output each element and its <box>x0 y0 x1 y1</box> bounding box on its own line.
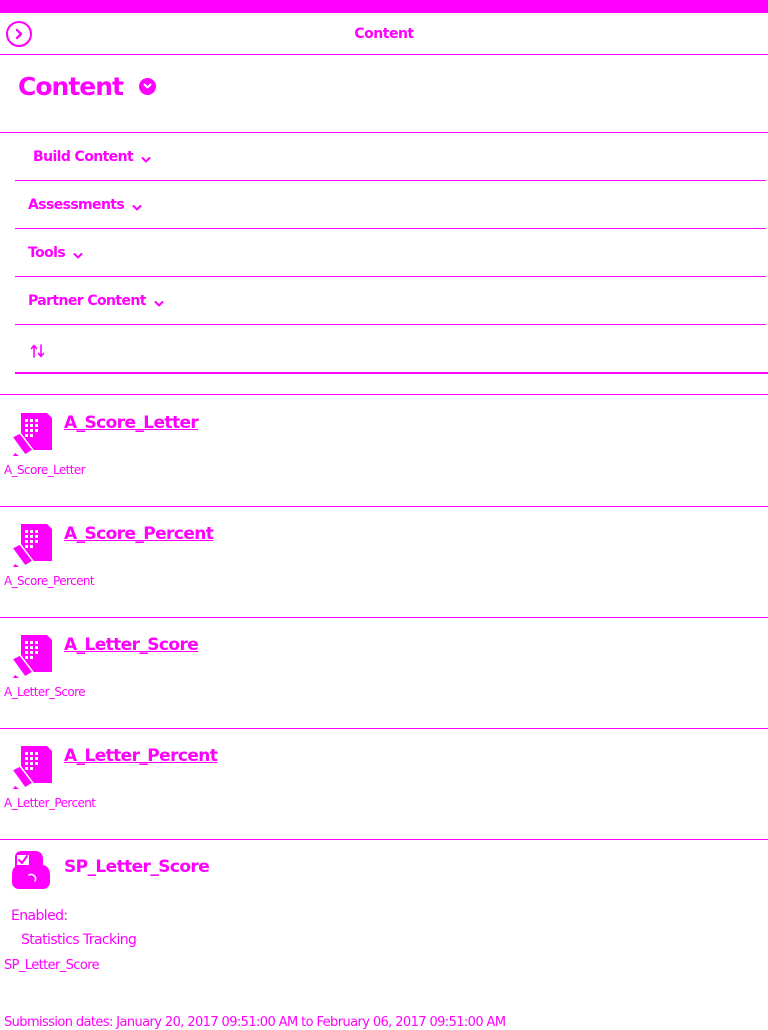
assignment-icon <box>11 635 52 678</box>
item-title-link[interactable]: A_Score_Percent <box>64 524 214 544</box>
chevron-down-icon <box>143 83 152 89</box>
chevron-down-icon <box>141 157 151 163</box>
divider <box>15 372 768 374</box>
content-item: A_Letter_Score A_Letter_Score <box>0 617 768 728</box>
menu-label: Assessments <box>28 197 125 213</box>
sort-arrows-icon[interactable] <box>30 344 46 358</box>
item-description: A_Score_Letter <box>4 463 86 477</box>
content-item: A_Score_Letter A_Score_Letter <box>0 395 768 506</box>
item-title-link[interactable]: A_Letter_Percent <box>64 746 218 766</box>
survey-icon <box>12 851 50 889</box>
item-title-link[interactable]: A_Score_Letter <box>64 413 199 433</box>
assignment-icon <box>11 413 52 456</box>
item-title-link[interactable]: SP_Letter_Score <box>64 857 210 877</box>
menu-build-content[interactable]: Build Content <box>15 133 766 181</box>
chevron-down-icon <box>73 253 83 259</box>
menu-label: Tools <box>28 245 66 261</box>
top-accent-bar <box>0 0 768 13</box>
menu-label: Build Content <box>33 149 134 165</box>
page-title: Content <box>18 72 156 101</box>
header-bar: Content <box>0 13 768 55</box>
menu-tools[interactable]: Tools <box>15 229 766 277</box>
menu-label: Partner Content <box>28 293 146 309</box>
chevron-down-icon <box>132 205 142 211</box>
item-description: A_Letter_Score <box>4 685 86 699</box>
page-options-button[interactable] <box>138 78 156 95</box>
content-item: A_Letter_Percent A_Letter_Percent <box>0 728 768 839</box>
item-description: A_Score_Percent <box>4 574 95 588</box>
item-title-link[interactable]: A_Letter_Score <box>64 635 199 655</box>
content-item: A_Score_Percent A_Score_Percent <box>0 506 768 617</box>
item-description: A_Letter_Percent <box>4 796 96 810</box>
menu-partner-content[interactable]: Partner Content <box>15 277 766 325</box>
item-description: SP_Letter_Score <box>4 958 100 973</box>
reorder-row <box>15 325 766 372</box>
enabled-value: Statistics Tracking <box>21 932 137 948</box>
enabled-label: Enabled: <box>11 908 68 924</box>
header-title: Content <box>354 26 414 42</box>
assignment-icon <box>11 524 52 567</box>
submission-dates: Submission dates: January 20, 2017 09:51… <box>4 1015 506 1030</box>
page-title-text: Content <box>18 72 124 101</box>
assignment-icon <box>11 746 52 789</box>
menu-assessments[interactable]: Assessments <box>15 181 766 229</box>
chevron-down-icon <box>154 301 164 307</box>
content-item-survey: SP_Letter_Score Enabled: Statistics Trac… <box>0 839 768 1030</box>
